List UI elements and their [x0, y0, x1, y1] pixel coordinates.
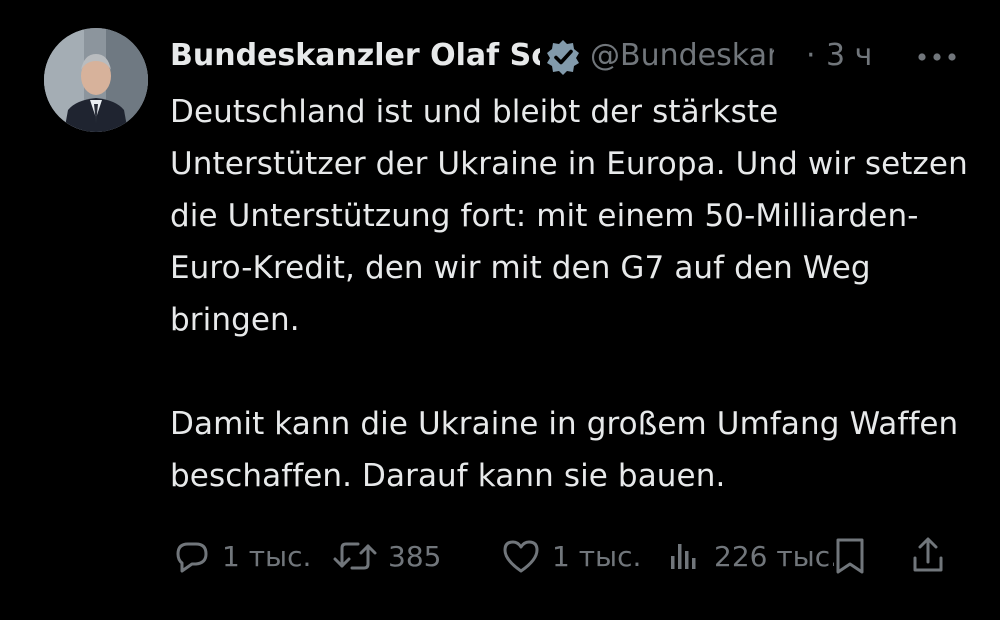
- views-icon: [671, 544, 696, 569]
- views-button[interactable]: 226 тыс.: [664, 528, 834, 584]
- reply-button[interactable]: 1 тыс.: [172, 528, 311, 584]
- tweet-body-text: Deutschland ist und bleibt der stärkste …: [170, 94, 968, 494]
- separator-dot: ·: [806, 38, 816, 73]
- reply-icon: [176, 542, 208, 573]
- heart-icon: [503, 540, 539, 573]
- bookmark-icon: [836, 538, 864, 574]
- tweet-action-bar: 1 тыс. 385 1 тыс. 226 тыс.: [0, 528, 1000, 584]
- share-icon: [913, 537, 943, 572]
- share-button[interactable]: [908, 528, 948, 584]
- more-options-icon[interactable]: [912, 40, 962, 74]
- verified-badge-icon: [544, 38, 582, 76]
- tweet-header: Bundeskanzler Olaf Scholz @Bundeskanzler…: [170, 34, 970, 80]
- tweet-timestamp[interactable]: 3 ч: [826, 36, 872, 76]
- avatar[interactable]: [44, 28, 148, 132]
- like-count: 1 тыс.: [552, 539, 642, 573]
- retweet-icon: [333, 542, 377, 570]
- author-display-name[interactable]: Bundeskanzler Olaf Scholz: [170, 36, 540, 76]
- bookmark-button[interactable]: [830, 528, 870, 584]
- author-handle[interactable]: @Bundeskanzler: [590, 36, 774, 76]
- tweet[interactable]: Bundeskanzler Olaf Scholz @Bundeskanzler…: [0, 0, 1000, 620]
- like-button[interactable]: 1 тыс.: [500, 528, 641, 584]
- retweet-count: 385: [388, 539, 442, 573]
- reply-count: 1 тыс.: [222, 539, 312, 573]
- views-count: 226 тыс.: [714, 539, 834, 573]
- retweet-button[interactable]: 385: [332, 528, 441, 584]
